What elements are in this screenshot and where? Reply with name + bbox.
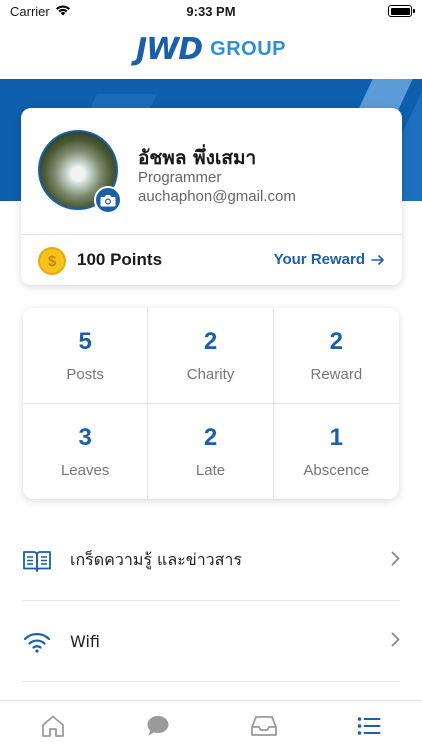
menu-item-knowledge-news[interactable]: เกร็ดความรู้ และข่าวสาร (0, 520, 422, 601)
home-icon (41, 715, 64, 737)
status-time: 9:33 PM (186, 3, 236, 19)
stat-value: 2 (203, 423, 218, 451)
stat-label: Posts (66, 365, 104, 383)
battery-icon (388, 5, 415, 17)
tab-inbox[interactable] (234, 706, 294, 746)
wifi-icon (22, 627, 52, 657)
stat-label: Charity (186, 365, 235, 383)
list-icon (357, 716, 381, 735)
stat-value: 1 (329, 423, 343, 451)
bottom-tab-bar (0, 700, 422, 750)
profile-card: อัชพล พึ่งเสมา Programmer auchaphon@gmai… (21, 108, 402, 285)
coin-icon: $ (38, 247, 66, 275)
stat-value: 3 (78, 423, 92, 451)
menu-item-label: Wifi (70, 632, 100, 651)
logo-group: GROUP (210, 37, 286, 60)
profile-email: auchaphon@gmail.com (138, 188, 296, 205)
your-reward-link[interactable]: Your Reward (274, 251, 385, 268)
camera-icon[interactable] (94, 186, 122, 214)
stat-value: 2 (203, 327, 218, 355)
menu-list: เกร็ดความรู้ และข่าวสาร Wifi (0, 520, 422, 682)
stat-value: 2 (329, 327, 343, 355)
tab-menu[interactable] (339, 706, 399, 746)
stat-label: Abscence (303, 461, 370, 479)
menu-item-label: เกร็ดความรู้ และข่าวสาร (70, 550, 242, 569)
your-reward-label: Your Reward (273, 251, 365, 268)
chevron-right-icon (391, 551, 400, 571)
stat-charity[interactable]: 2 Charity (148, 308, 274, 404)
arrow-right-icon (371, 254, 384, 265)
stats-grid: 5 Posts 2 Charity 2 Reward 3 Leaves 2 La… (23, 308, 399, 499)
tab-home[interactable] (23, 706, 83, 746)
stat-label: Reward (310, 365, 363, 383)
profile-role: Programmer (138, 169, 222, 186)
stat-label: Leaves (60, 461, 110, 479)
stat-absence[interactable]: 1 Abscence (274, 404, 399, 500)
avatar-container[interactable] (38, 130, 122, 214)
stat-label: Late (195, 461, 226, 479)
stat-value: 5 (78, 327, 92, 355)
stat-late[interactable]: 2 Late (148, 403, 274, 499)
points-label: 100 Points (77, 250, 163, 269)
inbox-icon (250, 715, 277, 736)
chat-icon (147, 715, 169, 735)
stat-leaves[interactable]: 3 Leaves (23, 403, 149, 499)
book-icon (22, 546, 52, 576)
tab-chat[interactable] (128, 706, 188, 746)
status-bar: Carrier 9:33 PM (0, 0, 422, 22)
stat-reward[interactable]: 2 Reward (273, 308, 399, 404)
stat-posts[interactable]: 5 Posts (23, 308, 149, 404)
chevron-right-icon (391, 632, 400, 652)
menu-item-wifi[interactable]: Wifi (0, 601, 422, 682)
logo-jwd: JWD (136, 31, 203, 67)
app-header-logo: JWD GROUP (0, 26, 422, 72)
card-divider (21, 234, 402, 235)
